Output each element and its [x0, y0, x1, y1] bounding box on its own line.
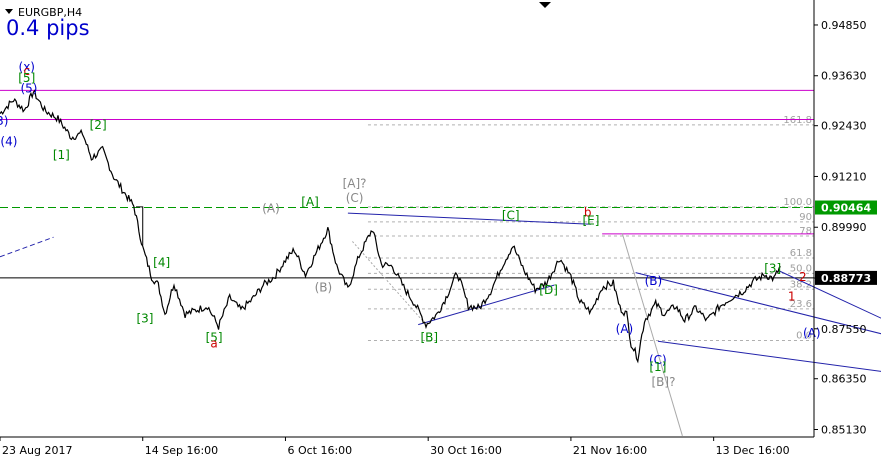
- fib-level-label: 61.8: [790, 248, 812, 259]
- price-axis-tick-label: 0.93630: [821, 70, 867, 83]
- wave-label: [3]: [136, 312, 153, 326]
- trend-line[interactable]: [347, 212, 592, 225]
- wave-label: (B): [315, 280, 333, 294]
- time-axis-tick-label: 21 Nov 16:00: [573, 444, 647, 457]
- spread-label: 0.4 pips: [6, 16, 90, 40]
- wave-label: a: [210, 337, 217, 351]
- time-axis-tick-label: 23 Aug 2017: [2, 444, 72, 457]
- price-axis-tick-label: 0.87550: [821, 323, 867, 336]
- wave-label: (5): [20, 81, 37, 95]
- fib-level-label: 90: [799, 212, 812, 223]
- wave-label: 2: [799, 270, 807, 284]
- wave-label: [A]?: [343, 176, 367, 190]
- wave-label: (A): [262, 201, 280, 215]
- price-axis-tick-label: 0.86350: [821, 373, 867, 386]
- wave-label: 1: [788, 289, 796, 303]
- wave-label: [B]: [420, 331, 438, 345]
- price-line-series: [0, 89, 781, 364]
- price-axis-tick-label: 0.94850: [821, 19, 867, 32]
- wave-label: [E]: [583, 214, 600, 228]
- wave-label: [4]: [153, 255, 170, 269]
- wave-label: 3): [0, 114, 8, 128]
- price-axis-tick-label: 0.85130: [821, 424, 867, 437]
- fib-level-label: 100.0: [783, 197, 812, 208]
- wave-label: [1]: [53, 148, 70, 162]
- wave-label: (C): [346, 191, 364, 205]
- current-price-badge: 0.88773: [821, 272, 871, 285]
- price-axis-tick-label: 0.91210: [821, 170, 867, 183]
- wave-label: [B]?: [651, 375, 675, 389]
- wave-label: [3]: [764, 262, 781, 276]
- wave-label: (4): [0, 135, 17, 149]
- symbol-dropdown-icon[interactable]: [5, 9, 13, 14]
- time-axis-tick-label: 6 Oct 16:00: [287, 444, 352, 457]
- price-chart[interactable]: 161.8100.0907861.850.038.223.60.0 (x)c[5…: [0, 0, 881, 460]
- wave-label: [2]: [90, 118, 107, 132]
- trend-line[interactable]: [657, 340, 881, 395]
- trend-line[interactable]: [0, 236, 54, 258]
- time-axis-tick-label: 30 Oct 16:00: [430, 444, 502, 457]
- fib-level-label: 78: [799, 226, 812, 237]
- time-axis-tick-label: 14 Sep 16:00: [145, 444, 218, 457]
- trend-line[interactable]: [418, 284, 555, 326]
- wave-label: [D]: [539, 283, 558, 297]
- wave-label: (A): [803, 326, 821, 340]
- wave-label: (B): [645, 274, 663, 288]
- time-axis-tick-label: 13 Dec 16:00: [716, 444, 790, 457]
- wave-label: [A]: [301, 195, 319, 209]
- trend-line[interactable]: [352, 241, 427, 325]
- wave-label: [C]: [502, 208, 520, 222]
- price-gap-segment: [136, 206, 144, 246]
- price-axis-tick-label: 0.89990: [821, 221, 867, 234]
- period-separator-icon: [539, 2, 551, 8]
- wave-label: [1]: [649, 360, 666, 374]
- green-level-badge: 0.90464: [821, 202, 871, 215]
- fib-level-label: 161.8: [783, 115, 812, 126]
- chart-area[interactable]: 161.8 100.0 90 78 61.8 50.0 38.2 23.6 0.0 (x) c [5…: [0, 0, 881, 460]
- price-axis-tick-label: 0.92430: [821, 120, 867, 133]
- wave-label: (A): [616, 322, 634, 336]
